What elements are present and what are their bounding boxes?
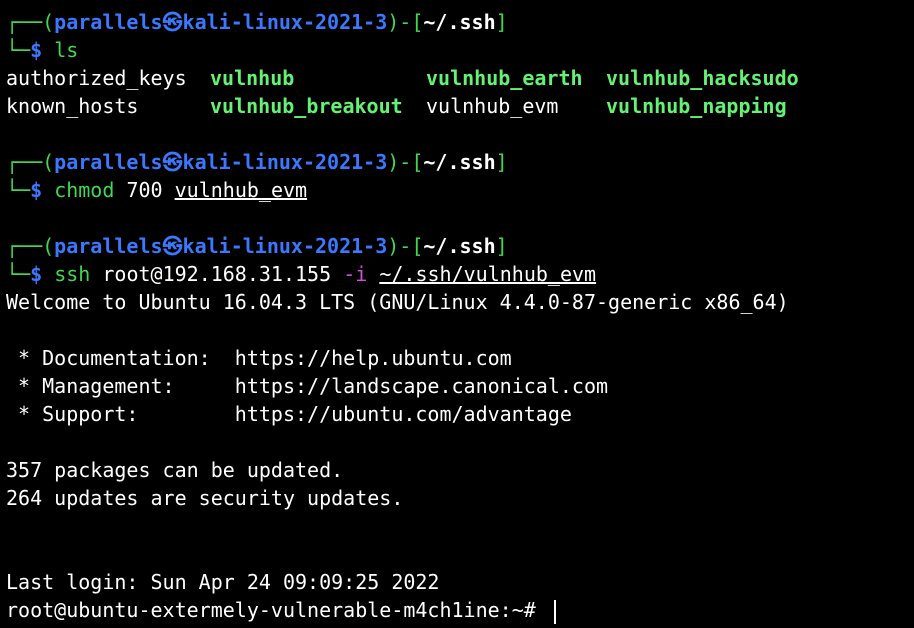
prompt-header: ┌──(parallels㉿kali-linux-2021-3)-[~/.ssh… xyxy=(6,234,508,258)
terminal-window[interactable]: ┌──(parallels㉿kali-linux-2021-3)-[~/.ssh… xyxy=(0,0,914,628)
ls-output-row: known_hosts vulnhub_breakout vulnhub_evm vu… xyxy=(6,92,914,120)
file-vulnhub-earth: vulnhub_earth xyxy=(426,66,583,90)
motd-packages: 357 packages can be updated. xyxy=(6,458,344,482)
command-line: └─$ ssh root@192.168.31.155 -i ~/.ssh/vu… xyxy=(6,262,597,286)
command-arg-path: vulnhub_evm xyxy=(174,178,308,202)
motd-documentation: * Documentation: https://help.ubuntu.com xyxy=(6,346,512,370)
remote-prompt-line[interactable]: root@ubuntu-extermely-vulnerable-m4ch1in… xyxy=(6,596,914,624)
motd-support: * Support: https://ubuntu.com/advantage xyxy=(6,402,572,426)
motd-welcome: Welcome to Ubuntu 16.04.3 LTS (GNU/Linux… xyxy=(6,290,789,314)
command-arg: 700 xyxy=(126,178,163,202)
text-cursor xyxy=(553,599,556,624)
command-line: └─$ chmod 700 vulnhub_evm xyxy=(6,178,308,202)
prompt-header: ┌──(parallels㉿kali-linux-2021-3)-[~/.ssh… xyxy=(6,10,508,34)
file-vulnhub-breakout: vulnhub_breakout xyxy=(210,94,403,118)
file-vulnhub-napping: vulnhub_napping xyxy=(606,94,787,118)
prompt-header: ┌──(parallels㉿kali-linux-2021-3)-[~/.ssh… xyxy=(6,150,508,174)
command-arg: root@192.168.31.155 xyxy=(102,262,332,286)
motd-management: * Management: https://landscape.canonica… xyxy=(6,374,609,398)
motd-security: 264 updates are security updates. xyxy=(6,486,404,510)
file-vulnhub-evm: vulnhub_evm xyxy=(426,94,559,118)
command-flag: -i xyxy=(343,262,368,286)
file-authorized-keys: authorized_keys xyxy=(6,66,187,90)
file-known-hosts: known_hosts xyxy=(6,94,139,118)
last-login: Last login: Sun Apr 24 09:09:25 2022 xyxy=(6,570,440,594)
file-vulnhub: vulnhub xyxy=(210,66,295,90)
ls-output-row: authorized_keys vulnhub vulnhub_earth vulnh… xyxy=(6,64,914,92)
command-line: └─$ ls xyxy=(6,38,79,62)
file-vulnhub-hacksudo: vulnhub_hacksudo xyxy=(606,66,799,90)
command-name: chmod xyxy=(54,178,115,202)
remote-prompt: root@ubuntu-extermely-vulnerable-m4ch1in… xyxy=(6,598,548,622)
command-name: ls xyxy=(54,38,79,62)
command-name: ssh xyxy=(54,262,91,286)
command-arg-path: ~/.ssh/vulnhub_evm xyxy=(379,262,597,286)
